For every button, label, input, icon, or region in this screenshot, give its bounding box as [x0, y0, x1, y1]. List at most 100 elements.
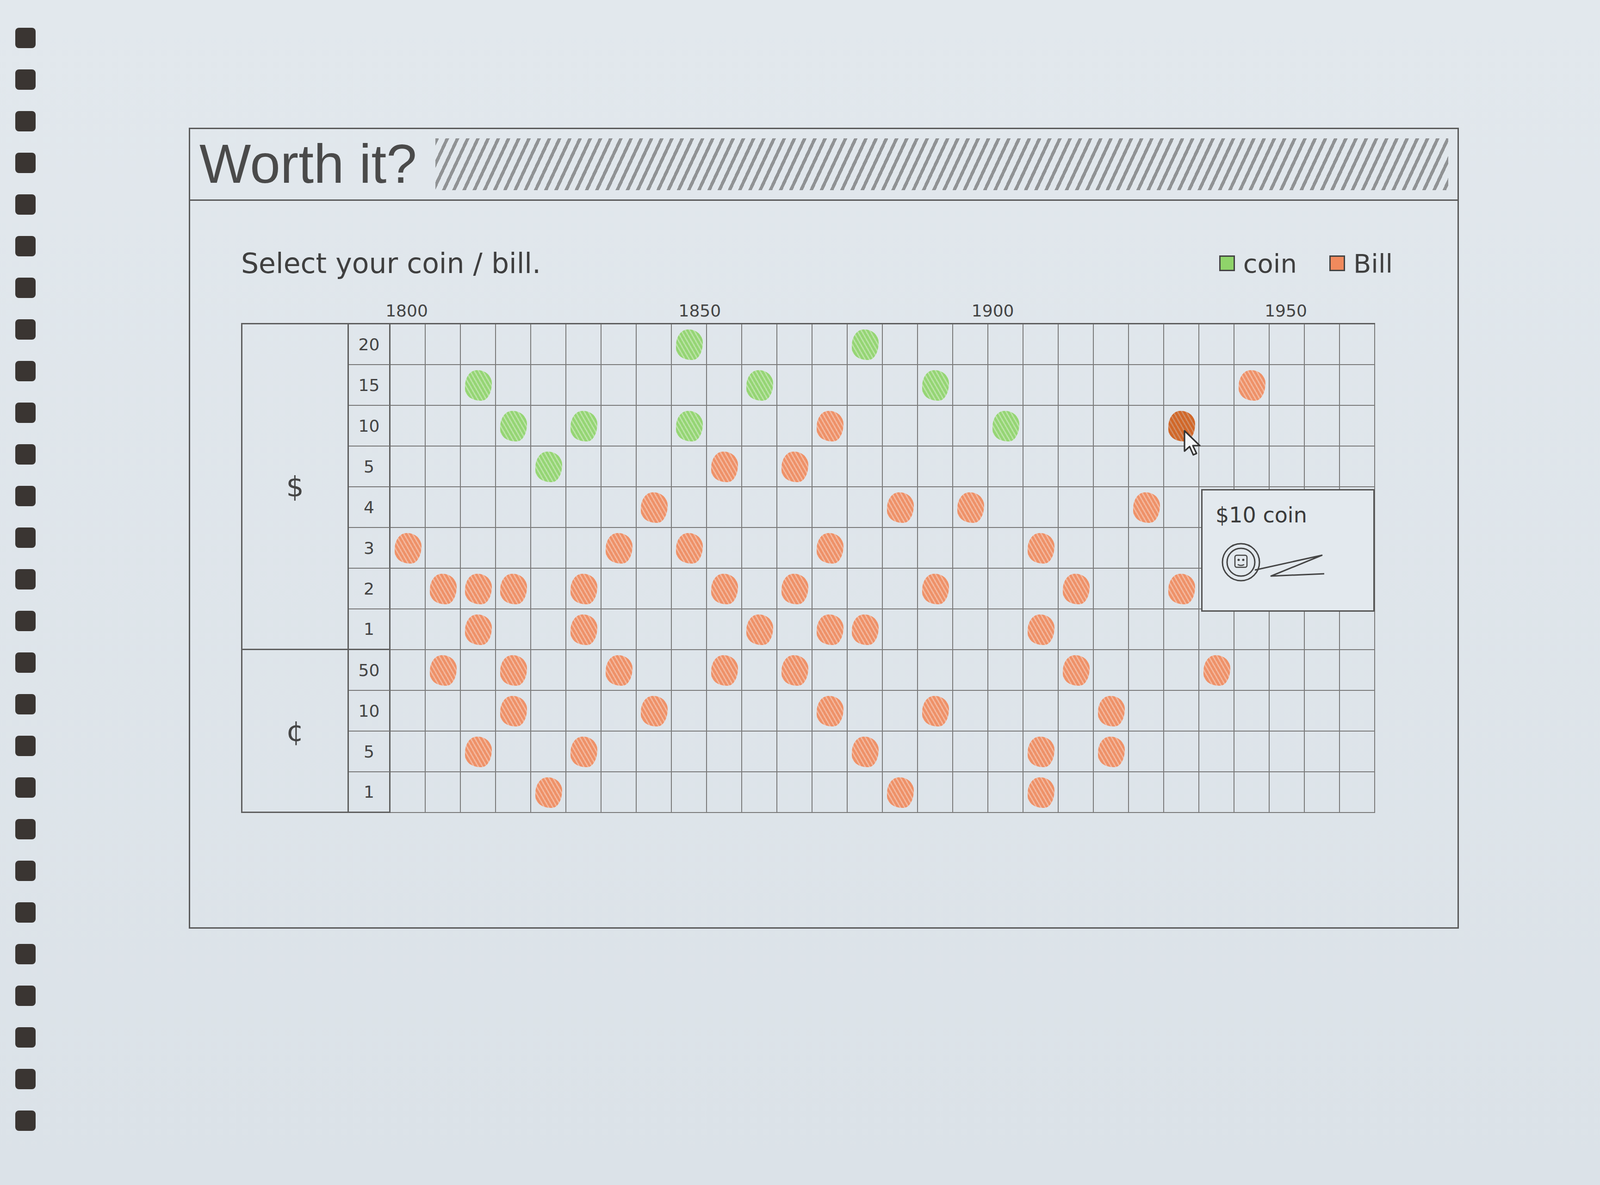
- data-point[interactable]: [566, 609, 602, 651]
- data-point[interactable]: [496, 568, 532, 610]
- point-mark[interactable]: [1062, 655, 1090, 686]
- point-mark[interactable]: [1027, 614, 1055, 645]
- data-point[interactable]: [777, 650, 813, 691]
- point-mark[interactable]: [535, 777, 563, 808]
- point-mark[interactable]: [640, 695, 668, 727]
- point-mark[interactable]: [1133, 492, 1160, 523]
- point-mark[interactable]: [675, 533, 703, 564]
- point-mark[interactable]: [851, 736, 879, 768]
- data-point[interactable]: [882, 487, 918, 528]
- data-point[interactable]: [390, 527, 426, 569]
- data-point[interactable]: [706, 568, 743, 610]
- point-mark[interactable]: [746, 370, 774, 401]
- point-mark[interactable]: [1062, 573, 1090, 605]
- data-point[interactable]: [1023, 772, 1059, 813]
- data-point[interactable]: [496, 690, 532, 732]
- point-mark[interactable]: [465, 370, 492, 401]
- data-point[interactable]: [847, 731, 883, 773]
- data-point[interactable]: [636, 487, 672, 528]
- data-point[interactable]: [706, 650, 743, 691]
- data-point[interactable]: [531, 446, 567, 488]
- data-point[interactable]: [706, 446, 743, 488]
- data-point[interactable]: [847, 324, 883, 366]
- point-mark[interactable]: [957, 492, 985, 523]
- data-point[interactable]: [531, 772, 567, 813]
- point-mark[interactable]: [781, 655, 809, 686]
- data-point[interactable]: [496, 650, 532, 691]
- point-mark[interactable]: [746, 614, 774, 645]
- point-mark[interactable]: [675, 329, 703, 360]
- data-point[interactable]: [460, 568, 497, 610]
- data-point[interactable]: [742, 609, 778, 651]
- point-mark[interactable]: [465, 614, 492, 645]
- data-point[interactable]: [1234, 365, 1270, 406]
- point-mark[interactable]: [1238, 370, 1266, 401]
- data-point[interactable]: [812, 527, 848, 569]
- data-point[interactable]: [812, 609, 848, 651]
- data-point[interactable]: [742, 365, 778, 406]
- point-mark[interactable]: [922, 573, 949, 605]
- point-mark[interactable]: [1168, 573, 1196, 605]
- data-point[interactable]: [636, 690, 672, 732]
- point-mark[interactable]: [570, 736, 598, 768]
- point-mark[interactable]: [816, 533, 844, 564]
- data-point[interactable]: [1164, 568, 1200, 610]
- data-point[interactable]: [917, 365, 954, 406]
- point-mark[interactable]: [1027, 777, 1055, 808]
- point-mark[interactable]: [886, 492, 914, 523]
- data-point[interactable]: [460, 609, 497, 651]
- data-point[interactable]: [1023, 609, 1059, 651]
- data-point[interactable]: [460, 731, 497, 773]
- data-point[interactable]: [1023, 731, 1059, 773]
- point-mark[interactable]: [500, 410, 528, 442]
- data-point[interactable]: [812, 690, 848, 732]
- data-point[interactable]: [671, 405, 707, 447]
- data-point[interactable]: [1023, 527, 1059, 569]
- data-point[interactable]: [777, 568, 813, 610]
- data-point[interactable]: [847, 609, 883, 651]
- point-mark[interactable]: [816, 614, 844, 645]
- point-mark[interactable]: [605, 533, 633, 564]
- data-point[interactable]: [1093, 731, 1129, 773]
- point-mark[interactable]: [922, 695, 949, 727]
- point-mark[interactable]: [500, 573, 528, 605]
- data-point[interactable]: [1058, 568, 1094, 610]
- data-point[interactable]: [953, 487, 989, 528]
- point-mark[interactable]: [429, 573, 457, 605]
- point-mark[interactable]: [1027, 533, 1055, 564]
- data-point[interactable]: [566, 731, 602, 773]
- point-mark[interactable]: [816, 695, 844, 727]
- data-point[interactable]: [1058, 650, 1094, 691]
- data-point[interactable]: [1093, 690, 1129, 732]
- point-mark[interactable]: [500, 655, 528, 686]
- data-point[interactable]: [566, 568, 602, 610]
- data-point[interactable]: [882, 772, 918, 813]
- point-mark[interactable]: [781, 573, 809, 605]
- point-mark[interactable]: [500, 695, 528, 727]
- data-point[interactable]: [1199, 650, 1235, 691]
- point-mark[interactable]: [570, 410, 598, 442]
- point-mark[interactable]: [394, 533, 422, 564]
- point-mark[interactable]: [851, 329, 879, 360]
- data-point[interactable]: [812, 405, 848, 447]
- point-mark[interactable]: [992, 410, 1020, 442]
- point-mark[interactable]: [711, 451, 738, 483]
- point-mark[interactable]: [429, 655, 457, 686]
- point-mark[interactable]: [1203, 655, 1231, 686]
- point-mark[interactable]: [1027, 736, 1055, 768]
- point-mark[interactable]: [711, 655, 738, 686]
- point-mark[interactable]: [886, 777, 914, 808]
- data-point[interactable]: [601, 527, 637, 569]
- data-point[interactable]: [671, 324, 707, 366]
- point-mark[interactable]: [675, 410, 703, 442]
- data-point[interactable]: [671, 527, 707, 569]
- data-point[interactable]: [425, 568, 461, 610]
- point-mark[interactable]: [711, 573, 738, 605]
- point-mark[interactable]: [781, 451, 809, 483]
- point-mark[interactable]: [1097, 736, 1125, 768]
- point-mark[interactable]: [465, 736, 492, 768]
- data-point[interactable]: [988, 405, 1024, 447]
- point-mark[interactable]: [851, 614, 879, 645]
- point-mark[interactable]: [465, 573, 492, 605]
- data-point[interactable]: [917, 690, 954, 732]
